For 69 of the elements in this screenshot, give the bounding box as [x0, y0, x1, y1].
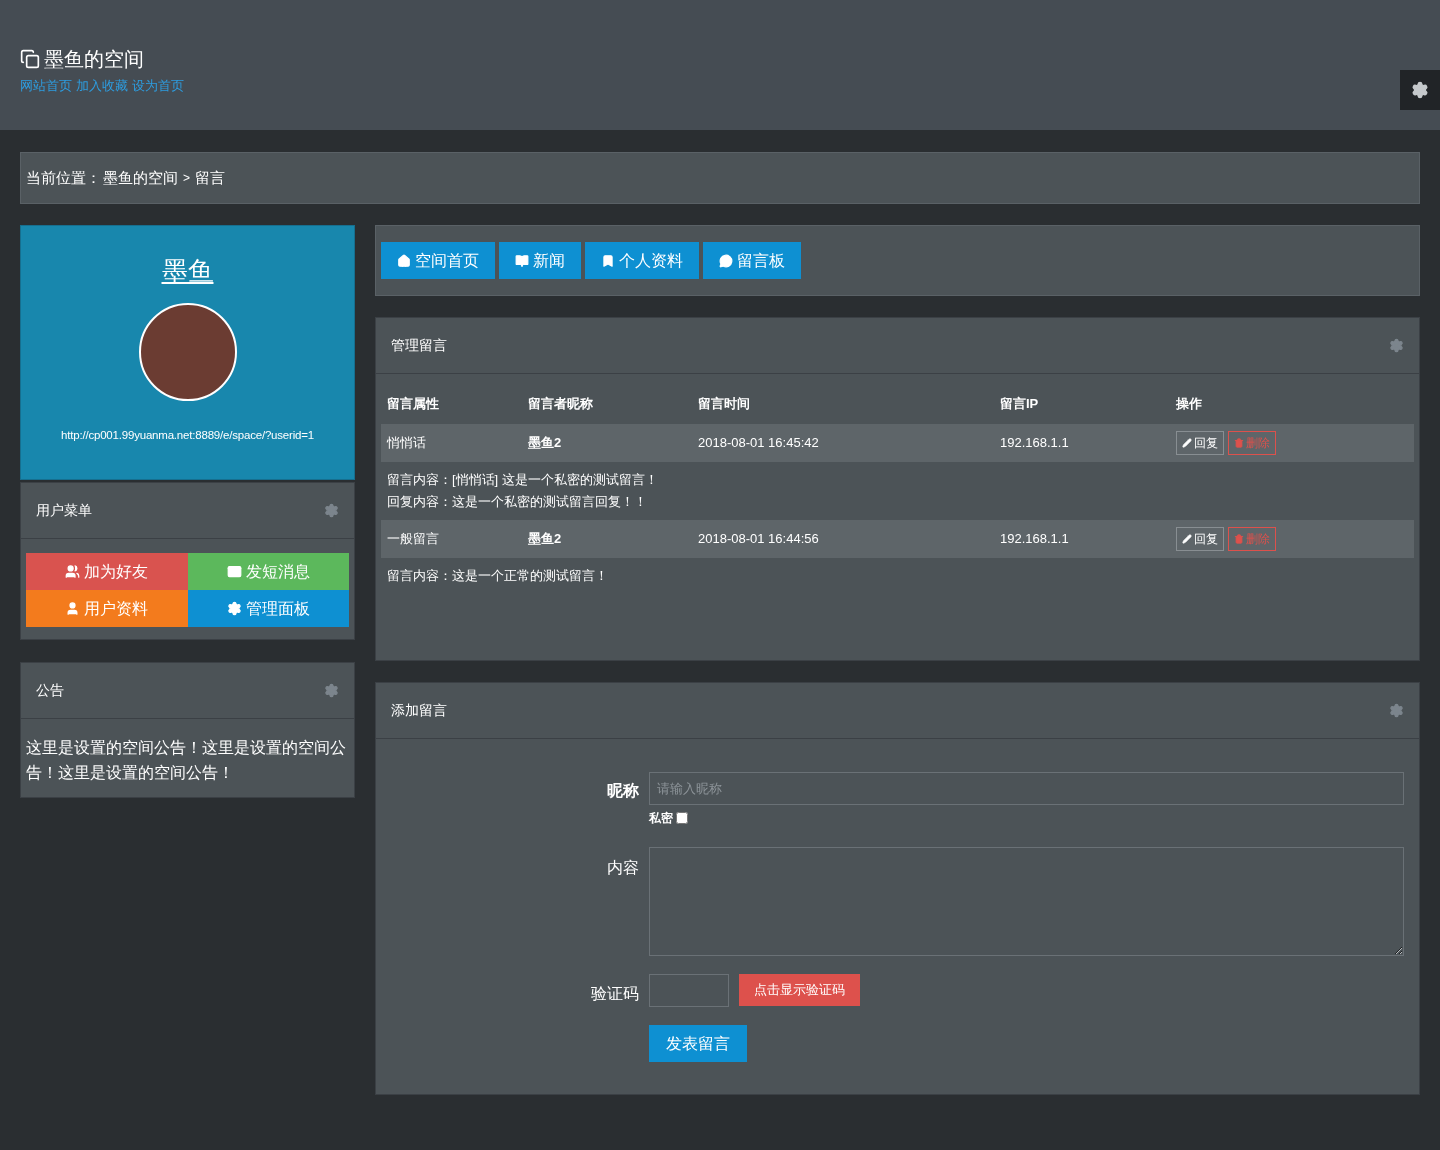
trash-icon: [1234, 438, 1244, 448]
site-title: 墨鱼的空间: [44, 47, 144, 72]
show-captcha-button[interactable]: 点击显示验证码: [739, 974, 860, 1006]
nav-tab[interactable]: 留言板: [703, 242, 801, 279]
table-cell-text: 一般留言: [387, 530, 440, 549]
user-icon: [65, 601, 81, 616]
field-label: 内容: [606, 858, 639, 878]
column-header: 留言时间: [698, 395, 751, 414]
panel-title: 公告: [36, 681, 64, 700]
settings-icon: [1411, 81, 1429, 99]
menu-button[interactable]: 发短消息: [187, 553, 349, 590]
menu-button[interactable]: 管理面板: [187, 590, 349, 627]
menu-button[interactable]: 加为好友: [26, 553, 188, 590]
nav-tab[interactable]: 空间首页: [381, 242, 495, 279]
table-cell-text: 2018-08-01 16:45:42: [698, 434, 820, 453]
home-icon: [397, 253, 411, 268]
speech-bubble-icon: [719, 253, 733, 268]
settings-icon[interactable]: [1389, 338, 1404, 353]
table-cell-text: 2018-08-01 16:44:56: [698, 530, 820, 549]
nickname-field[interactable]: 请输入昵称: [649, 772, 1404, 805]
pencil-icon: [1182, 534, 1192, 544]
nav-tab[interactable]: 新闻: [499, 242, 581, 279]
table-cell-text: 墨鱼2: [528, 530, 563, 549]
gear-icon: [226, 601, 242, 616]
table-cell-text: 192.168.1.1: [1000, 434, 1070, 453]
menu-button[interactable]: 用户资料: [26, 590, 188, 627]
pencil-icon: [1182, 438, 1192, 448]
panel-title: 添加留言: [391, 701, 447, 720]
panel-title: 管理留言: [391, 336, 447, 355]
reply-button[interactable]: 回复: [1176, 527, 1224, 551]
profile-url: http://cp001.99yuanma.net:8889/e/space/?userid=1: [61, 428, 314, 444]
captcha-field[interactable]: [649, 974, 729, 1007]
column-header: 操作: [1176, 395, 1203, 414]
submit-button[interactable]: 发表留言: [649, 1025, 747, 1062]
column-header: 留言属性: [387, 395, 440, 414]
column-header: 留言IP: [1000, 395, 1040, 414]
header-link[interactable]: 网站首页: [20, 76, 72, 96]
header-link[interactable]: 设为首页: [132, 76, 184, 96]
settings-icon[interactable]: [324, 503, 339, 518]
breadcrumb-current: 留言: [195, 167, 225, 188]
message-content: 回复内容：这是一个私密的测试留言回复！！: [387, 493, 648, 511]
checkbox-label: 私密: [649, 810, 673, 827]
bookmark-icon: [601, 253, 615, 268]
table-cell-text: 悄悄话: [387, 434, 427, 453]
content-field[interactable]: [649, 847, 1404, 956]
header-link[interactable]: 加入收藏: [76, 76, 128, 96]
table-cell-text: 192.168.1.1: [1000, 530, 1070, 549]
table-cell-text: 墨鱼2: [528, 434, 563, 453]
profile-name[interactable]: 墨鱼: [161, 256, 214, 288]
column-header: 留言者昵称: [528, 395, 594, 414]
panel-title: 用户菜单: [36, 501, 92, 520]
breadcrumb-link[interactable]: 墨鱼的空间: [103, 166, 178, 190]
notice-text: 这里是设置的空间公告！这里是设置的空间公告！这里是设置的空间公告！: [25, 738, 347, 783]
users-icon: [65, 564, 81, 579]
nav-tab[interactable]: 个人资料: [585, 242, 699, 279]
private-checkbox[interactable]: [676, 812, 688, 824]
message-content: 留言内容：这是一个正常的测试留言！: [387, 567, 609, 585]
message-content: 留言内容：[悄悄话] 这是一个私密的测试留言！: [387, 471, 659, 489]
field-label: 验证码: [590, 984, 639, 1004]
book-icon: [515, 253, 529, 268]
copy-icon: [20, 49, 40, 69]
breadcrumb-label: 当前位置：: [26, 167, 101, 188]
settings-icon[interactable]: [1389, 703, 1404, 718]
settings-icon[interactable]: [324, 683, 339, 698]
reply-button[interactable]: 回复: [1176, 431, 1224, 455]
settings-button[interactable]: [1400, 70, 1440, 110]
breadcrumb-separator: >: [182, 170, 191, 187]
field-label: 昵称: [606, 781, 639, 801]
trash-icon: [1234, 534, 1244, 544]
